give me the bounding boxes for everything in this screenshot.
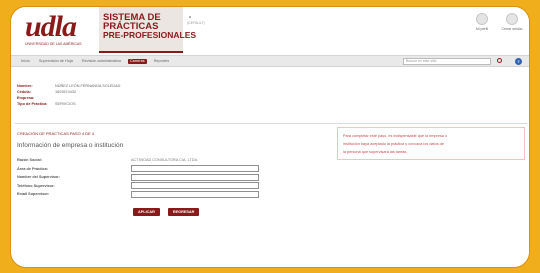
logo-text: udla <box>25 10 77 43</box>
razon-social-value: ACTIVIDAD CONSULTORA CIA. LTDA. <box>131 158 199 163</box>
notice-box: Para completar este paso, es indispensab… <box>337 127 525 160</box>
notice-line-2: institución haya aceptado la práctica y … <box>343 142 444 146</box>
razon-social-label: Razón Social: <box>17 158 42 163</box>
nav-item-inicio[interactable]: Inicio <box>19 59 32 64</box>
student-info: Nombre: NÚÑEZ LEÓN FERNANDA SOLEDAD Cédu… <box>17 83 120 107</box>
apply-button[interactable]: APLICAR <box>133 208 160 216</box>
env-label: (DEFAULT) <box>187 21 205 25</box>
app-frame: udla UNIVERSIDAD DE LAS AMÉRICAS SISTEMA… <box>10 6 530 268</box>
nav-items: Inicio Supervisión de Hoja Revisión admi… <box>19 59 171 64</box>
form-row-area: Área de Práctica: <box>17 165 259 174</box>
search-input[interactable]: Buscar en este sitio <box>403 58 491 65</box>
title-line-3: PRE-PROFESIONALES <box>103 30 197 40</box>
notice-line-3: la persona que supervisará las tareas. <box>343 150 408 154</box>
company-form: Razón Social: ACTIVIDAD CONSULTORA CIA. … <box>17 156 259 199</box>
nav-item-supervision[interactable]: Supervisión de Hoja <box>37 59 75 64</box>
supervisor-phone-input[interactable] <box>131 182 259 190</box>
header-actions: Mi perfil Cerrar sesión <box>471 13 523 31</box>
profile-button[interactable]: Mi perfil <box>471 13 493 31</box>
cedula-label: Cédula: <box>17 90 31 94</box>
nav-item-reportes[interactable]: Reportes <box>152 59 171 64</box>
form-title: Información de empresa o institución <box>17 142 124 149</box>
navbar: Inicio Supervisión de Hoja Revisión admi… <box>11 55 529 67</box>
search-icon[interactable] <box>497 58 502 63</box>
supervisor-name-input[interactable] <box>131 173 259 181</box>
logo-subtitle: UNIVERSIDAD DE LAS AMÉRICAS <box>25 42 82 46</box>
cedula-value: 1603574432 <box>55 90 77 94</box>
nombre-label: Nombre: <box>17 84 33 88</box>
env-dot-icon <box>189 16 191 18</box>
form-row-supervisor-phone: Teléfono Supervisor: <box>17 182 259 191</box>
tipo-label: Tipo de Práctica: <box>17 102 48 106</box>
form-actions: APLICAR REGRESAR <box>133 208 200 216</box>
notice-line-1: Para completar este paso, es indispensab… <box>343 134 448 138</box>
area-label: Área de Práctica: <box>17 166 49 171</box>
divider <box>15 123 527 124</box>
help-icon[interactable]: ? <box>515 58 522 65</box>
nav-item-revision[interactable]: Revisión administrativa <box>80 59 123 64</box>
supervisor-email-label: Email Supervisor: <box>17 192 50 197</box>
back-button[interactable]: REGRESAR <box>167 208 200 216</box>
profile-label: Mi perfil <box>475 27 489 31</box>
supervisor-email-input[interactable] <box>131 190 259 198</box>
supervisor-phone-label: Teléfono Supervisor: <box>17 183 55 188</box>
form-row-razon-social: Razón Social: ACTIVIDAD CONSULTORA CIA. … <box>17 156 259 165</box>
empresa-label: Empresa: <box>17 96 35 100</box>
supervisor-name-label: Nombre del Supervisor: <box>17 175 61 180</box>
udla-logo[interactable]: udla UNIVERSIDAD DE LAS AMÉRICAS <box>25 10 95 51</box>
header: udla UNIVERSIDAD DE LAS AMÉRICAS SISTEMA… <box>11 7 529 55</box>
form-row-supervisor-name: Nombre del Supervisor: <box>17 173 259 182</box>
user-icon <box>476 13 488 25</box>
logout-icon <box>506 13 518 25</box>
logout-label: Cerrar sesión <box>501 27 523 31</box>
tipo-value: SERVICIOS <box>55 102 76 106</box>
logout-button[interactable]: Cerrar sesión <box>501 13 523 31</box>
area-input[interactable] <box>131 165 259 173</box>
section-title: CREACIÓN DE PRÁCTICAS PASO 4 DE 4 <box>17 131 95 136</box>
nav-item-carreras[interactable]: Carreras <box>127 59 147 64</box>
form-row-supervisor-email: Email Supervisor: <box>17 190 259 199</box>
nombre-value: NÚÑEZ LEÓN FERNANDA SOLEDAD <box>55 84 121 88</box>
system-title: SISTEMA DE PRÁCTICAS PRE-PROFESIONALES <box>99 7 197 53</box>
info-row-tipo: Tipo de Práctica: SERVICIOS <box>17 101 120 107</box>
